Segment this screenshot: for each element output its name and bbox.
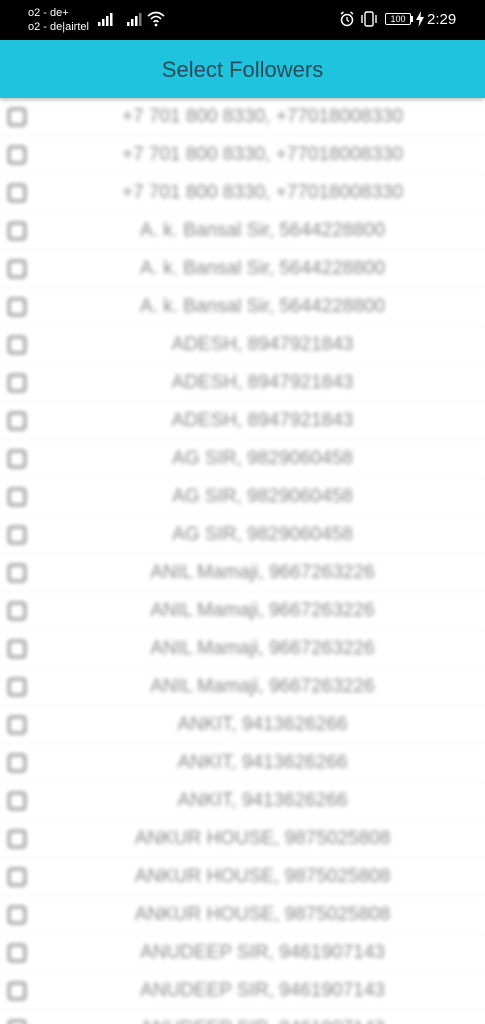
list-item[interactable]: ANKUR HOUSE, 9875025808 xyxy=(0,820,485,858)
list-item[interactable]: +7 701 800 8330, +77018008330 xyxy=(0,98,485,136)
follower-checkbox[interactable] xyxy=(8,906,26,924)
follower-checkbox[interactable] xyxy=(8,716,26,734)
follower-checkbox[interactable] xyxy=(8,868,26,886)
vibrate-icon xyxy=(361,11,377,27)
follower-checkbox[interactable] xyxy=(8,184,26,202)
list-item[interactable]: A. k. Bansal Sir, 5644228800 xyxy=(0,288,485,326)
app-bar: Select Followers xyxy=(0,40,485,98)
follower-label: ANUDEEP SIR, 9461907143 xyxy=(40,1010,485,1024)
follower-label: ANIL Mamaji, 9667263226 xyxy=(150,562,375,583)
follower-checkbox[interactable] xyxy=(8,602,26,620)
follower-checkbox[interactable] xyxy=(8,260,26,278)
follower-checkbox[interactable] xyxy=(8,640,26,658)
follower-label: ANKUR HOUSE, 9875025808 xyxy=(134,904,391,925)
carrier-label-2: o2 - de|airtel xyxy=(28,21,89,33)
follower-checkbox[interactable] xyxy=(8,754,26,772)
list-item[interactable]: ANKUR HOUSE, 9875025808 xyxy=(0,858,485,896)
follower-label: A. k. Bansal Sir, 5644228800 xyxy=(139,220,386,241)
battery-icon: 100 xyxy=(385,13,411,25)
list-item[interactable]: A. k. Bansal Sir, 5644228800 xyxy=(0,212,485,250)
follower-checkbox[interactable] xyxy=(8,450,26,468)
follower-label: ANKUR HOUSE, 9875025808 xyxy=(134,866,391,887)
follower-checkbox[interactable] xyxy=(8,108,26,126)
follower-checkbox[interactable] xyxy=(8,412,26,430)
list-item[interactable]: ANIL Mamaji, 9667263226 xyxy=(0,630,485,668)
list-item[interactable]: AG SIR, 9829060458 xyxy=(0,440,485,478)
wifi-icon xyxy=(147,11,165,27)
list-item[interactable]: ADESH, 8947921843 xyxy=(0,402,485,440)
follower-label: ANUDEEP SIR, 9461907143 xyxy=(140,942,385,963)
carrier-label-1: o2 - de+ xyxy=(28,7,69,19)
page-title: Select Followers xyxy=(161,57,324,82)
follower-label: +7 701 800 8330, +77018008330 xyxy=(121,144,404,165)
status-time: 2:29 xyxy=(427,11,457,28)
follower-checkbox[interactable] xyxy=(8,1020,26,1024)
follower-label: ANIL Mamaji, 9667263226 xyxy=(150,638,375,659)
follower-checkbox[interactable] xyxy=(8,792,26,810)
signal-icon xyxy=(98,13,113,26)
follower-label: A. k. Bansal Sir, 5644228800 xyxy=(139,258,386,279)
follower-checkbox[interactable] xyxy=(8,298,26,316)
follower-label: ANIL Mamaji, 9667263226 xyxy=(150,600,375,621)
list-item[interactable]: AG SIR, 9829060458 xyxy=(0,478,485,516)
follower-checkbox[interactable] xyxy=(8,678,26,696)
follower-checkbox[interactable] xyxy=(8,146,26,164)
follower-label: +7 701 800 8330, +77018008330 xyxy=(121,106,404,127)
list-item[interactable]: AG SIR, 9829060458 xyxy=(0,516,485,554)
list-item[interactable]: ANUDEEP SIR, 9461907143 xyxy=(0,972,485,1010)
list-item[interactable]: ANKIT, 9413626266 xyxy=(0,782,485,820)
follower-label: ANUDEEP SIR, 9461907143 xyxy=(140,980,385,1001)
alarm-icon xyxy=(340,11,354,27)
list-item[interactable]: ANUDEEP SIR, 9461907143 xyxy=(0,1010,485,1024)
list-item[interactable]: ANKUR HOUSE, 9875025808 xyxy=(0,896,485,934)
follower-checkbox[interactable] xyxy=(8,374,26,392)
list-item[interactable]: +7 701 800 8330, +77018008330 xyxy=(0,174,485,212)
follower-label: ANKUR HOUSE, 9875025808 xyxy=(134,828,391,849)
follower-label: AG SIR, 9829060458 xyxy=(172,524,353,545)
follower-label: AG SIR, 9829060458 xyxy=(172,448,353,469)
list-item[interactable]: ANKIT, 9413626266 xyxy=(0,744,485,782)
follower-checkbox[interactable] xyxy=(8,830,26,848)
status-bar: o2 - de+ o2 - de|airtel 100 2:29 xyxy=(0,0,485,40)
list-item[interactable]: ANIL Mamaji, 9667263226 xyxy=(0,554,485,592)
list-item[interactable]: ANKIT, 9413626266 xyxy=(0,706,485,744)
follower-checkbox[interactable] xyxy=(8,222,26,240)
list-item[interactable]: +7 701 800 8330, +77018008330 xyxy=(0,136,485,174)
list-item[interactable]: A. k. Bansal Sir, 5644228800 xyxy=(0,250,485,288)
follower-label: AG SIR, 9829060458 xyxy=(172,486,353,507)
signal-icon xyxy=(127,13,142,26)
list-item[interactable]: ADESH, 8947921843 xyxy=(0,326,485,364)
list-item[interactable]: ANIL Mamaji, 9667263226 xyxy=(0,668,485,706)
followers-list[interactable]: +7 701 800 8330, +77018008330 +7 701 800 … xyxy=(0,98,485,1024)
follower-label: ADESH, 8947921843 xyxy=(171,410,354,431)
follower-checkbox[interactable] xyxy=(8,982,26,1000)
follower-checkbox[interactable] xyxy=(8,488,26,506)
follower-checkbox[interactable] xyxy=(8,944,26,962)
list-item[interactable]: ANIL Mamaji, 9667263226 xyxy=(0,592,485,630)
follower-label: ADESH, 8947921843 xyxy=(171,372,354,393)
follower-label: ANKIT, 9413626266 xyxy=(177,752,348,773)
follower-checkbox[interactable] xyxy=(8,564,26,582)
battery-tip xyxy=(411,16,413,22)
follower-label: ANKIT, 9413626266 xyxy=(177,714,348,735)
list-item[interactable]: ADESH, 8947921843 xyxy=(0,364,485,402)
follower-label: ANIL Mamaji, 9667263226 xyxy=(150,676,375,697)
charging-icon xyxy=(416,11,424,27)
follower-label: A. k. Bansal Sir, 5644228800 xyxy=(139,296,386,317)
follower-label: ADESH, 8947921843 xyxy=(171,334,354,355)
follower-checkbox[interactable] xyxy=(8,336,26,354)
follower-label: +7 701 800 8330, +77018008330 xyxy=(121,182,404,203)
follower-checkbox[interactable] xyxy=(8,526,26,544)
follower-label: ANKIT, 9413626266 xyxy=(177,790,348,811)
list-item[interactable]: ANUDEEP SIR, 9461907143 xyxy=(0,934,485,972)
